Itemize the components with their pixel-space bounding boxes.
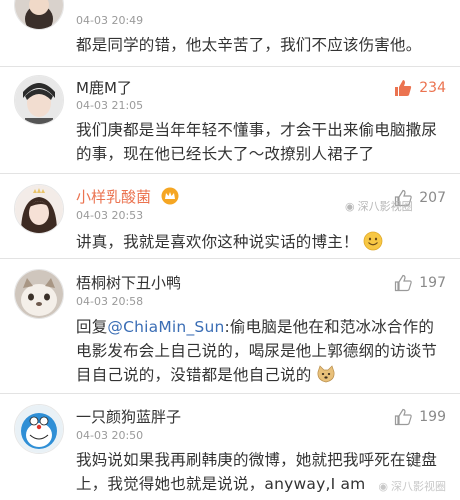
comment-item: M鹿M了 04-03 21:05 234 我们庚都是当年年轻不懂事，才会干出来偷… (0, 67, 460, 173)
comment-username[interactable]: 一只颜狗蓝胖子 (76, 406, 181, 427)
doge-emoji-icon (317, 365, 334, 383)
comment-username[interactable]: 梧桐树下丑小鸭 (76, 272, 181, 293)
comment-timestamp: 04-03 20:49 (76, 14, 144, 27)
comment-item: 04-03 20:49 都是同学的错，他太辛苦了，我们不应该伤害他。 (0, 0, 460, 66)
watermark: ◉ 深八影视圈 (345, 199, 413, 214)
comment-item: 梧桐树下丑小鸭 04-03 20:58 197 回复@ChiaMin_Sun:偷… (0, 259, 460, 393)
like-count: 234 (419, 80, 446, 96)
comment-text: 回复@ChiaMin_Sun:偷电脑是他在和范冰冰合作的电影发布会上自己说的，喝… (76, 318, 438, 384)
like-button[interactable]: 199 (393, 407, 446, 427)
avatar-image (15, 185, 63, 233)
comment-username[interactable]: M鹿M了 (76, 77, 132, 98)
eye-icon: ◉ (378, 479, 388, 493)
like-button[interactable]: 234 (393, 78, 446, 98)
smile-emoji-icon (363, 231, 383, 251)
comment-item: 小样乳酸菌 04-03 20:53 207 讲真，我就是喜欢你这种说实话的博主！ (0, 174, 460, 258)
avatar-image (15, 76, 63, 124)
thumbs-up-icon (395, 274, 412, 292)
watermark: ◉ 深八影视圈 (378, 479, 446, 494)
avatar[interactable] (14, 75, 64, 125)
comment-text: 都是同学的错，他太辛苦了，我们不应该伤害他。 (76, 36, 422, 54)
avatar[interactable] (14, 269, 64, 319)
crown-badge-icon (161, 187, 179, 205)
thumbs-up-icon (395, 80, 412, 96)
eye-icon: ◉ (345, 199, 355, 213)
avatar[interactable] (14, 404, 64, 454)
mention-link[interactable]: @ChiaMin_Sun (107, 318, 224, 336)
like-button[interactable]: 197 (393, 273, 446, 293)
thumbs-up-icon (395, 408, 412, 426)
like-count: 207 (419, 190, 446, 206)
avatar-image (15, 270, 63, 318)
like-count: 199 (419, 409, 446, 425)
like-count: 197 (419, 275, 446, 291)
avatar-image (15, 405, 63, 453)
comment-timestamp: 04-03 20:53 (76, 209, 144, 222)
avatar-image (15, 0, 63, 29)
reply-prefix: 回复 (76, 318, 108, 336)
avatar[interactable] (14, 184, 64, 234)
comment-timestamp: 04-03 20:50 (76, 429, 144, 442)
comment-timestamp: 04-03 21:05 (76, 99, 144, 112)
comment-timestamp: 04-03 20:58 (76, 295, 144, 308)
comment-username[interactable]: 小样乳酸菌 (76, 186, 179, 207)
comment-text: 我们庚都是当年年轻不懂事，才会干出来偷电脑撒尿的事，现在他已经长大了～改撩别人裙… (76, 121, 438, 163)
avatar[interactable] (14, 0, 64, 30)
comment-text: 讲真，我就是喜欢你这种说实话的博主！ (76, 230, 448, 254)
comment-feed: 04-03 20:49 都是同学的错，他太辛苦了，我们不应该伤害他。 M鹿M了 … (0, 0, 460, 500)
